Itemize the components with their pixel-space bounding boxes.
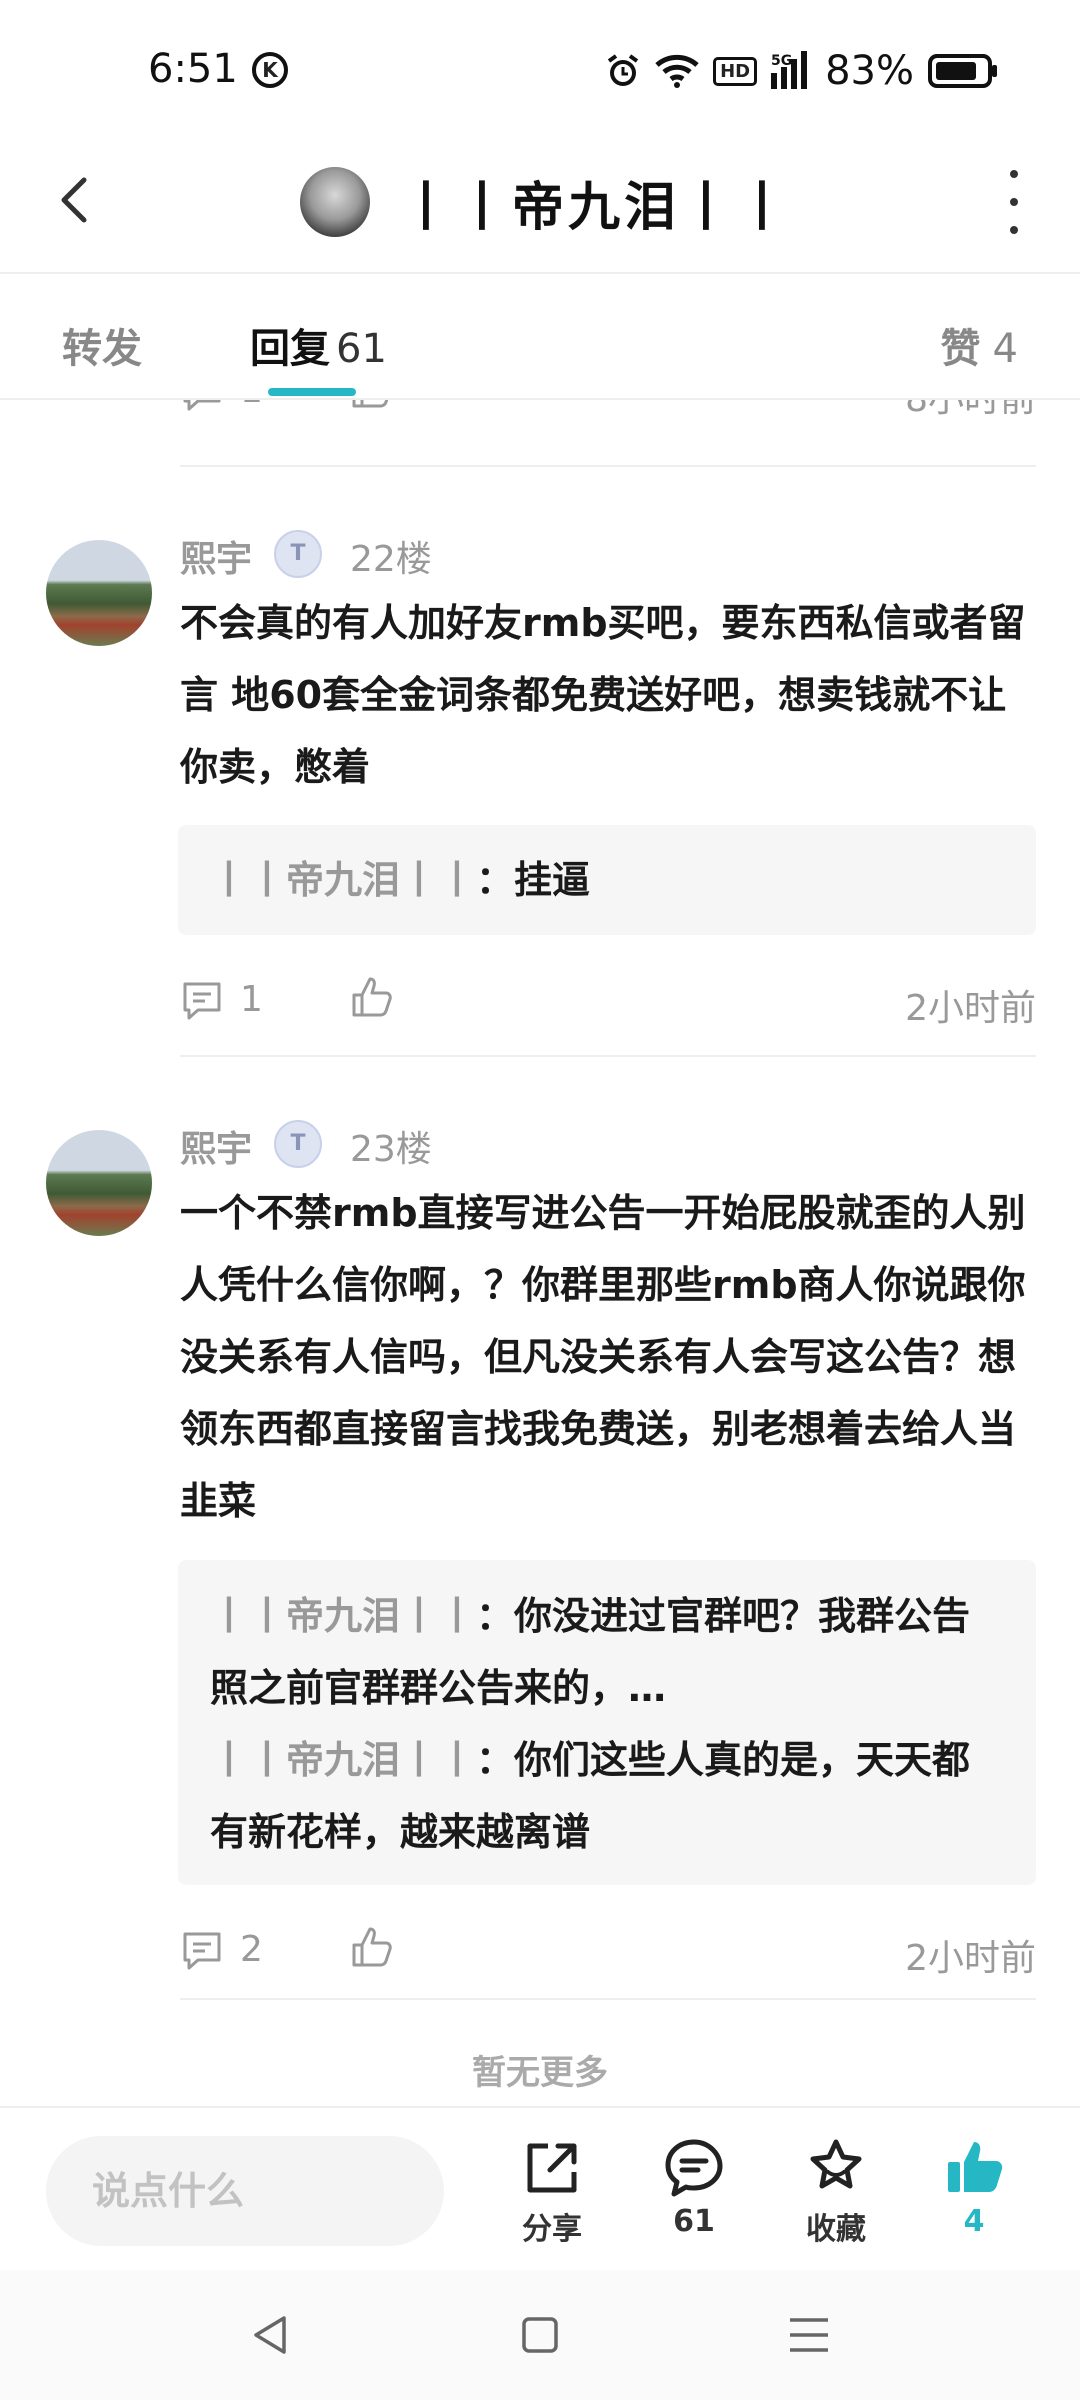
thumbs-up-filled-icon: [948, 2142, 1003, 2192]
wifi-icon: [655, 54, 699, 88]
status-icons: HD 5G 83%: [605, 46, 998, 96]
quote-text: ：挂逼: [476, 858, 591, 902]
author-name[interactable]: 熙宇: [180, 1120, 252, 1172]
reply-input[interactable]: 说点什么: [46, 2136, 444, 2246]
share-button[interactable]: 分享: [492, 2136, 612, 2256]
more-vertical-icon: [1010, 170, 1018, 178]
no-more-text: 暂无更多: [472, 2053, 608, 2093]
comment-count: 1: [240, 979, 263, 1020]
quote-author[interactable]: 丨丨帝九泪丨丨: [210, 858, 476, 902]
divider: [180, 1055, 1036, 1057]
title-group[interactable]: 丨丨帝九泪丨丨: [300, 152, 792, 252]
comment-count: 1: [240, 400, 263, 411]
post-time: 2小时前: [905, 1938, 1036, 1979]
svg-text:5G: 5G: [771, 53, 792, 69]
quote-author[interactable]: 丨丨帝九泪丨丨: [210, 1738, 476, 1782]
post-actions: 1 2小时前: [180, 973, 1036, 1033]
like-button[interactable]: 4: [914, 2136, 1034, 2256]
partial-post-actions: 1 8小时前: [180, 400, 1036, 424]
quote-item[interactable]: 丨丨帝九泪丨丨：你没进过官群吧？我群公告照之前官群群公告来的，…: [210, 1580, 1004, 1724]
star-icon: [810, 2139, 862, 2189]
divider: [180, 1998, 1036, 2000]
comment-icon[interactable]: [180, 979, 224, 1023]
battery-percentage: 83%: [825, 48, 914, 94]
tab-bar: 转发 回复 61 赞4: [0, 276, 1080, 400]
comment-icon[interactable]: [180, 1929, 224, 1973]
system-nav-bar: [0, 2270, 1080, 2400]
alarm-icon: [607, 54, 639, 86]
header: 丨丨帝九泪丨丨: [0, 130, 1080, 274]
user-level-badge: T: [274, 1120, 322, 1168]
avatar[interactable]: [46, 1130, 152, 1236]
like-count: 4: [963, 2204, 985, 2239]
battery-icon: [928, 54, 997, 88]
quote-item[interactable]: 丨丨帝九泪丨丨：你们这些人真的是，天天都有新花样，越来越离谱: [210, 1724, 1004, 1868]
comment-count: 2: [240, 1929, 263, 1970]
nav-back-icon[interactable]: [246, 2310, 296, 2360]
k-badge-icon: K: [252, 52, 288, 88]
post-actions: 2 2小时前: [180, 1923, 1036, 1983]
hd-badge: HD: [713, 56, 758, 86]
bottom-action-bar: 说点什么 分享 61 收藏 4: [0, 2106, 1080, 2270]
share-label: 分享: [522, 2212, 582, 2247]
tab-reply[interactable]: 回复 61: [250, 316, 387, 374]
back-button[interactable]: [40, 160, 120, 240]
floor-number: 23楼: [350, 1129, 432, 1170]
tab-forward[interactable]: 转发: [62, 316, 142, 374]
tab-like[interactable]: 赞4: [941, 316, 1018, 374]
divider: [180, 465, 1036, 467]
comment-icon[interactable]: [180, 400, 224, 414]
nav-menu-icon[interactable]: [784, 2310, 834, 2360]
comments-count: 61: [673, 2204, 715, 2239]
nav-home-icon[interactable]: [515, 2310, 565, 2360]
post-time: 2小时前: [905, 988, 1036, 1029]
status-bar: 6:51 K HD 5G 83%: [0, 0, 1080, 130]
share-icon: [527, 2143, 577, 2193]
author-name[interactable]: 熙宇: [180, 530, 252, 582]
favorite-label: 收藏: [806, 2212, 866, 2247]
thumbs-up-icon[interactable]: [348, 973, 396, 1021]
reply-feed[interactable]: 1 8小时前 熙宇 T 22楼 不会真的有人加好友rmb买吧，要东西私信或者留言…: [0, 400, 1080, 2105]
thumbs-up-icon[interactable]: [348, 1923, 396, 1971]
comments-button[interactable]: 61: [634, 2136, 754, 2256]
quoted-replies[interactable]: 丨丨帝九泪丨丨：挂逼: [178, 825, 1036, 935]
favorite-button[interactable]: 收藏: [776, 2136, 896, 2256]
page-title: 丨丨帝九泪丨丨: [400, 177, 793, 238]
floor-number: 22楼: [350, 539, 432, 580]
chevron-left-icon: [61, 177, 87, 223]
post-text: 一个不禁rmb直接写进公告一开始屁股就歪的人别人凭什么信你啊，？你群里那些rmb…: [180, 1191, 1026, 1523]
comment-bubble-icon: [665, 2139, 723, 2197]
quoted-replies[interactable]: 丨丨帝九泪丨丨：你没进过官群吧？我群公告照之前官群群公告来的，… 丨丨帝九泪丨丨…: [178, 1560, 1036, 1885]
status-time: 6:51: [148, 46, 238, 92]
quote-author[interactable]: 丨丨帝九泪丨丨: [210, 1594, 476, 1638]
tab-indicator: [268, 388, 356, 396]
post-text: 不会真的有人加好友rmb买吧，要东西私信或者留言 地60套全金词条都免费送好吧，…: [180, 601, 1026, 789]
thumbs-up-icon[interactable]: [348, 400, 396, 412]
user-avatar[interactable]: [300, 167, 370, 237]
post-time: 8小时前: [905, 400, 1036, 422]
avatar[interactable]: [46, 540, 152, 646]
more-button[interactable]: [994, 170, 1034, 234]
cellular-signal-icon: 5G: [771, 51, 808, 89]
user-level-badge: T: [274, 530, 322, 578]
